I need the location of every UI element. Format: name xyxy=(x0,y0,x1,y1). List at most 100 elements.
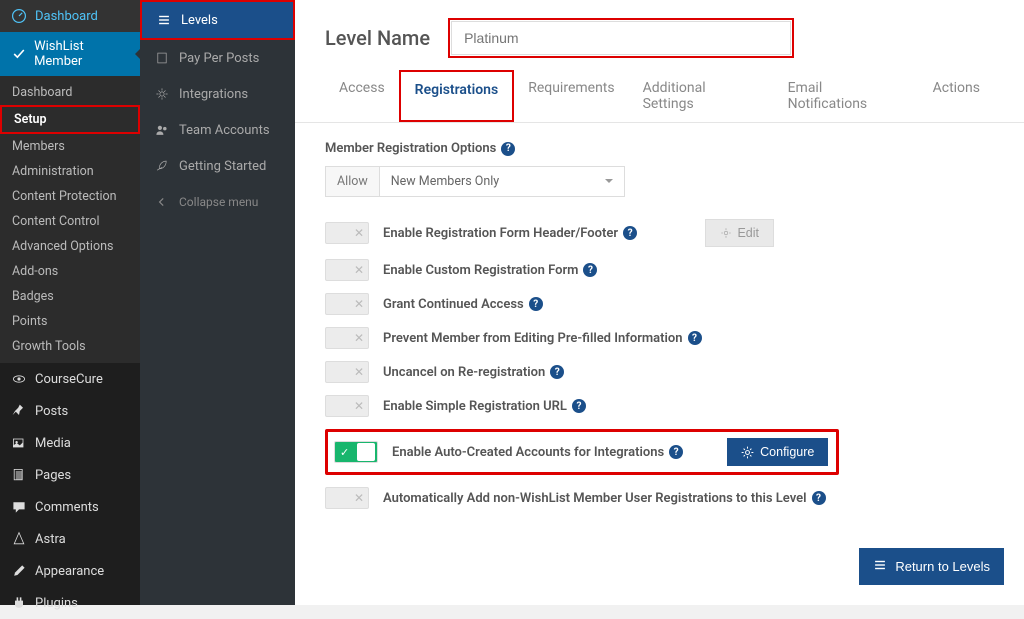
option-row: ✕ Enable Simple Registration URL ? xyxy=(325,395,994,417)
sub-item-dashboard[interactable]: Dashboard xyxy=(0,80,140,105)
sidebar-item-label: CourseCure xyxy=(35,372,103,387)
sub-item-badges[interactable]: Badges xyxy=(0,284,140,309)
x-icon: ✕ xyxy=(354,331,364,345)
sidebar-item-dashboard[interactable]: Dashboard xyxy=(0,0,140,32)
x-icon: ✕ xyxy=(354,491,364,505)
sidebar-item-appearance[interactable]: Appearance xyxy=(0,555,140,587)
option-row: ✕ Prevent Member from Editing Pre-filled … xyxy=(325,327,994,349)
sub-nav-label: Team Accounts xyxy=(179,123,270,138)
option-row: ✕ Enable Custom Registration Form ? xyxy=(325,259,994,281)
option-label: Automatically Add non-WishList Member Us… xyxy=(383,491,826,506)
main-content: Level Name Access Registrations Requirem… xyxy=(295,0,1024,605)
sidebar-item-astra[interactable]: Astra xyxy=(0,523,140,555)
doc-icon xyxy=(154,50,170,66)
tab-additional-settings[interactable]: Additional Settings xyxy=(629,70,774,122)
tab-email-notifications[interactable]: Email Notifications xyxy=(774,70,919,122)
sub-nav-payperposts[interactable]: Pay Per Posts xyxy=(140,40,295,76)
page-icon xyxy=(10,466,28,484)
sidebar-item-pages[interactable]: Pages xyxy=(0,459,140,491)
sub-nav-getting-started[interactable]: Getting Started xyxy=(140,148,295,184)
option-label: Grant Continued Access ? xyxy=(383,297,543,312)
sub-nav-team[interactable]: Team Accounts xyxy=(140,112,295,148)
sub-item-content-protection[interactable]: Content Protection xyxy=(0,184,140,209)
x-icon: ✕ xyxy=(354,365,364,379)
option-row: ✓ Enable Auto-Created Accounts for Integr… xyxy=(325,429,994,475)
sidebar-item-comments[interactable]: Comments xyxy=(0,491,140,523)
sub-nav-label: Integrations xyxy=(179,87,248,102)
sub-item-addons[interactable]: Add-ons xyxy=(0,259,140,284)
x-icon: ✕ xyxy=(354,226,364,240)
plugin-icon xyxy=(10,594,28,612)
sub-nav-integrations[interactable]: Integrations xyxy=(140,76,295,112)
comment-icon xyxy=(10,498,28,516)
eye-icon xyxy=(10,370,28,388)
check-icon xyxy=(10,45,27,63)
toggle[interactable]: ✕ xyxy=(325,259,369,281)
toggle[interactable]: ✕ xyxy=(325,395,369,417)
allow-label: Allow xyxy=(326,167,380,196)
sub-item-growth-tools[interactable]: Growth Tools xyxy=(0,334,140,359)
return-label: Return to Levels xyxy=(895,559,990,574)
sidebar-item-label: WishList Member xyxy=(34,39,130,69)
help-icon[interactable]: ? xyxy=(812,491,826,505)
sidebar-item-plugins[interactable]: Plugins xyxy=(0,587,140,619)
help-icon[interactable]: ? xyxy=(529,297,543,311)
help-icon[interactable]: ? xyxy=(623,226,637,240)
sub-nav-label: Levels xyxy=(181,13,218,28)
option-label: Enable Custom Registration Form ? xyxy=(383,263,597,278)
help-icon[interactable]: ? xyxy=(688,331,702,345)
configure-button[interactable]: Configure xyxy=(727,438,828,466)
sub-nav-collapse[interactable]: Collapse menu xyxy=(140,184,295,220)
option-label: Enable Auto-Created Accounts for Integra… xyxy=(392,445,683,460)
toggle[interactable]: ✕ xyxy=(325,327,369,349)
sidebar-item-wishlist[interactable]: WishList Member xyxy=(0,32,140,76)
help-icon[interactable]: ? xyxy=(550,365,564,379)
chevron-down-icon xyxy=(605,179,613,187)
level-name-input[interactable] xyxy=(451,21,791,55)
help-icon[interactable]: ? xyxy=(669,445,683,459)
dashboard-icon xyxy=(10,7,28,25)
sub-nav-levels[interactable]: Levels xyxy=(140,0,295,40)
x-icon: ✕ xyxy=(354,297,364,311)
toggle[interactable]: ✕ xyxy=(325,487,369,509)
option-label: Enable Simple Registration URL ? xyxy=(383,399,586,414)
setup-sidebar: Levels Pay Per Posts Integrations Team A… xyxy=(140,0,295,605)
page-title: Level Name xyxy=(325,26,430,50)
sub-item-administration[interactable]: Administration xyxy=(0,159,140,184)
help-icon[interactable]: ? xyxy=(572,399,586,413)
sub-item-content-control[interactable]: Content Control xyxy=(0,209,140,234)
sidebar-item-label: Astra xyxy=(35,532,66,547)
sidebar-item-label: Media xyxy=(35,436,71,451)
toggle[interactable]: ✕ xyxy=(325,361,369,383)
rocket-icon xyxy=(154,158,170,174)
toggle[interactable]: ✓ xyxy=(334,441,378,463)
tab-registrations[interactable]: Registrations xyxy=(399,70,515,122)
sidebar-item-coursecure[interactable]: CourseCure xyxy=(0,363,140,395)
sub-nav-label: Getting Started xyxy=(179,159,266,174)
return-to-levels-button[interactable]: Return to Levels xyxy=(859,548,1004,585)
chevron-left-icon xyxy=(154,194,170,210)
sub-item-members[interactable]: Members xyxy=(0,134,140,159)
astra-icon xyxy=(10,530,28,548)
sidebar-item-posts[interactable]: Posts xyxy=(0,395,140,427)
toggle[interactable]: ✕ xyxy=(325,222,369,244)
tab-actions[interactable]: Actions xyxy=(919,70,994,122)
option-label: Prevent Member from Editing Pre-filled I… xyxy=(383,331,702,346)
list-icon xyxy=(156,12,172,28)
sidebar-item-label: Posts xyxy=(35,404,68,419)
x-icon: ✕ xyxy=(354,263,364,277)
edit-button[interactable]: Edit xyxy=(705,219,774,247)
sidebar-item-label: Dashboard xyxy=(35,9,98,24)
sub-item-points[interactable]: Points xyxy=(0,309,140,334)
sidebar-item-media[interactable]: Media xyxy=(0,427,140,459)
tab-requirements[interactable]: Requirements xyxy=(514,70,628,122)
toggle[interactable]: ✕ xyxy=(325,293,369,315)
option-row: ✕ Automatically Add non-WishList Member U… xyxy=(325,487,994,509)
sub-item-setup[interactable]: Setup xyxy=(0,105,140,134)
tab-access[interactable]: Access xyxy=(325,70,399,122)
sub-item-advanced-options[interactable]: Advanced Options xyxy=(0,234,140,259)
help-icon[interactable]: ? xyxy=(501,142,515,156)
allow-dropdown[interactable]: Allow New Members Only xyxy=(325,166,625,197)
option-row: ✕Uncancel on Re-registration ? xyxy=(325,361,994,383)
help-icon[interactable]: ? xyxy=(583,263,597,277)
